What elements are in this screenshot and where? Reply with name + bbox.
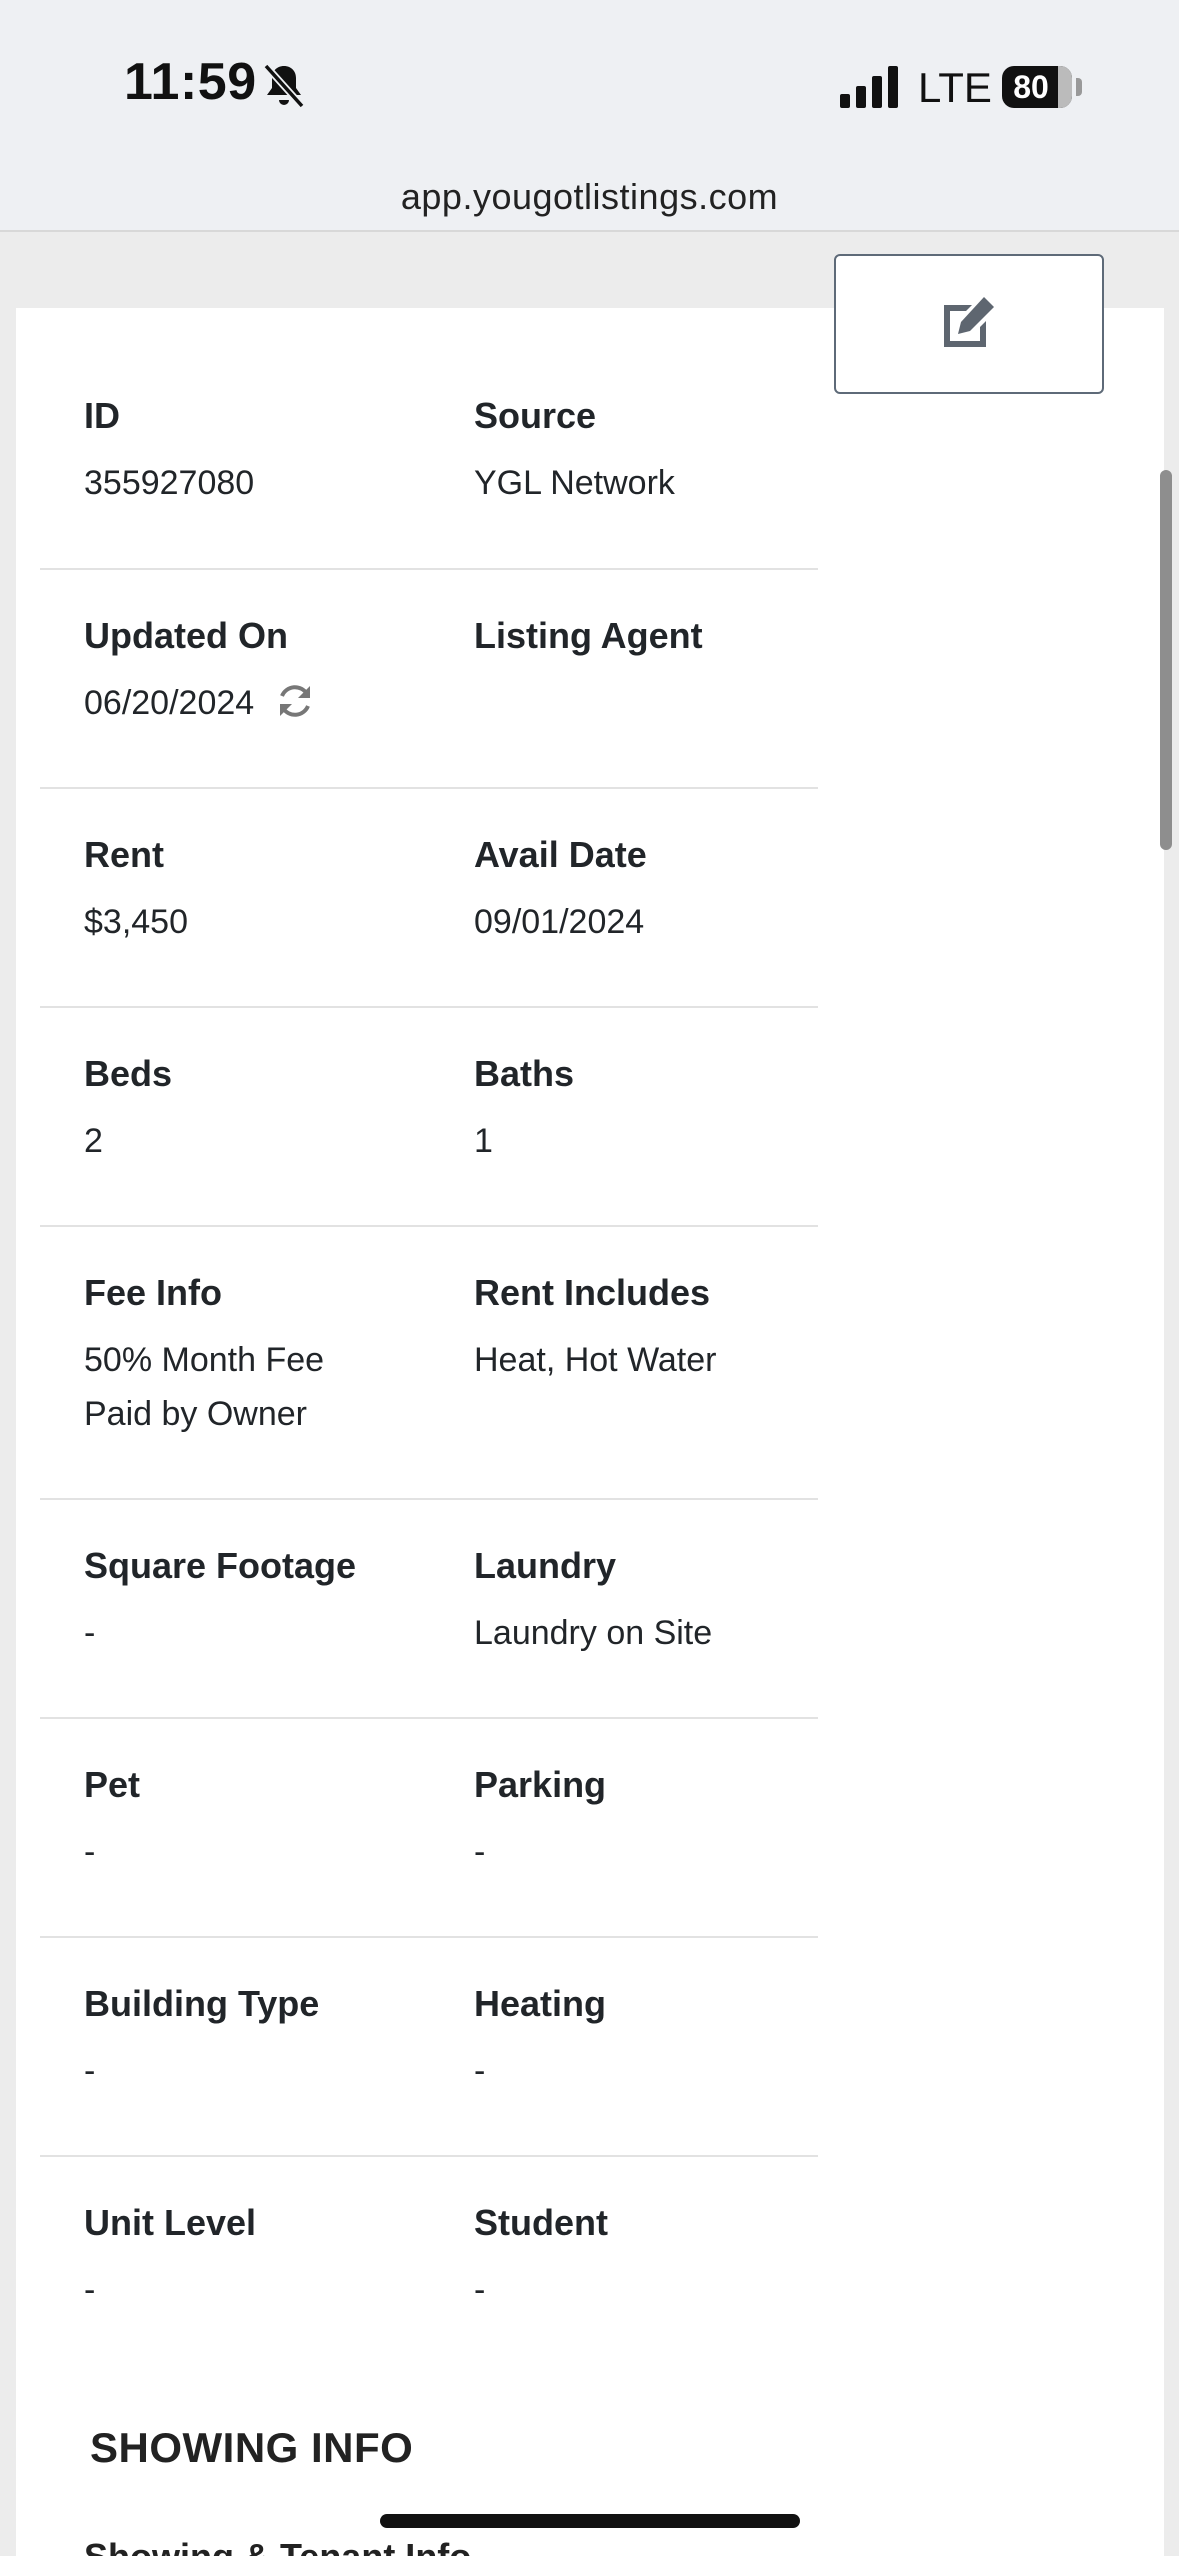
field-value: - xyxy=(474,2052,486,2090)
detail-row: Square Footage - Laundry Laundry on Site xyxy=(40,1500,818,1719)
detail-field: Fee Info 50% Month Fee Paid by Owner xyxy=(84,1271,384,1441)
details-grid: ID 355927080 Source YGL Network Updated … xyxy=(40,350,818,2376)
field-value: - xyxy=(84,1614,96,1652)
field-label: Square Footage xyxy=(84,1545,357,1586)
detail-field: Rent Includes Heat, Hot Water xyxy=(474,1271,814,1387)
field-value: Heat, Hot Water xyxy=(474,1341,717,1379)
field-label: Rent xyxy=(84,834,164,875)
field-label: Source xyxy=(474,395,597,436)
field-value: - xyxy=(84,2271,96,2309)
field-value: Laundry on Site xyxy=(474,1614,713,1652)
field-label: Heating xyxy=(474,1983,607,2024)
field-label: Unit Level xyxy=(84,2202,257,2243)
detail-field: Student - xyxy=(474,2201,814,2317)
field-value: - xyxy=(84,2052,96,2090)
battery-tip xyxy=(1076,78,1082,96)
detail-field: Square Footage - xyxy=(84,1544,414,1660)
detail-row: Fee Info 50% Month Fee Paid by Owner Ren… xyxy=(40,1227,818,1500)
field-label: Avail Date xyxy=(474,834,647,875)
field-label: Rent Includes xyxy=(474,1272,711,1313)
home-indicator[interactable] xyxy=(380,2514,800,2528)
section-heading-showing-info: SHOWING INFO xyxy=(90,2424,414,2471)
detail-row: ID 355927080 Source YGL Network xyxy=(40,350,818,570)
field-label: Fee Info xyxy=(84,1272,223,1313)
detail-row: Rent $3,450 Avail Date 09/01/2024 xyxy=(40,789,818,1008)
field-value: 1 xyxy=(474,1122,493,1160)
url-bar[interactable]: app.yougotlistings.com xyxy=(0,176,1179,218)
field-value: 50% Month Fee Paid by Owner xyxy=(84,1341,325,1433)
edit-icon xyxy=(944,297,994,347)
field-label: Baths xyxy=(474,1053,575,1094)
edit-button[interactable] xyxy=(834,254,1104,394)
field-value-with-refresh: 06/20/2024 xyxy=(84,676,414,730)
field-label: Laundry xyxy=(474,1545,617,1586)
battery-level: 80 xyxy=(1013,69,1049,105)
bell-slash-icon xyxy=(263,63,305,109)
detail-row: Pet - Parking - xyxy=(40,1719,818,1938)
detail-field: Parking - xyxy=(474,1763,814,1879)
detail-field: Updated On 06/20/2024 xyxy=(84,614,414,730)
field-value: 2 xyxy=(84,1122,103,1160)
section-subheading-partial: Showing & Tenant Info xyxy=(84,2536,471,2556)
detail-row: Beds 2 Baths 1 xyxy=(40,1008,818,1227)
detail-field: Beds 2 xyxy=(84,1052,414,1168)
detail-field: Rent $3,450 xyxy=(84,833,414,949)
field-value: 355927080 xyxy=(84,464,255,502)
field-value: - xyxy=(474,1833,486,1871)
field-label: Listing Agent xyxy=(474,615,703,656)
field-label: Parking xyxy=(474,1764,607,1805)
cellular-signal-icon xyxy=(840,66,898,108)
detail-field: Laundry Laundry on Site xyxy=(474,1544,814,1660)
detail-field: Pet - xyxy=(84,1763,414,1879)
detail-row: Updated On 06/20/2024 Listing Agent xyxy=(40,570,818,789)
field-label: Pet xyxy=(84,1764,141,1805)
detail-field: ID 355927080 xyxy=(84,394,414,510)
field-value: - xyxy=(474,2271,486,2309)
field-value: YGL Network xyxy=(474,464,675,502)
detail-field: Heating - xyxy=(474,1982,814,2098)
field-value: 06/20/2024 xyxy=(84,684,255,722)
battery-icon: 80 xyxy=(1002,66,1072,108)
detail-row: Building Type - Heating - xyxy=(40,1938,818,2157)
detail-field: Listing Agent xyxy=(474,614,814,676)
field-label: ID xyxy=(84,395,120,436)
clock: 11:59 xyxy=(124,53,257,111)
detail-field: Source YGL Network xyxy=(474,394,814,510)
field-value: 09/01/2024 xyxy=(474,903,645,941)
detail-field: Baths 1 xyxy=(474,1052,814,1168)
detail-row: Unit Level - Student - xyxy=(40,2157,818,2376)
refresh-icon[interactable] xyxy=(276,682,314,720)
field-value: - xyxy=(84,1833,96,1871)
status-bar: 11:59 LTE 80 app.yougotlistings.com xyxy=(0,0,1179,232)
field-label: Updated On xyxy=(84,615,288,656)
detail-field: Avail Date 09/01/2024 xyxy=(474,833,814,949)
scrollbar[interactable] xyxy=(1160,470,1172,850)
field-label: Beds xyxy=(84,1053,173,1094)
field-label: Student xyxy=(474,2202,608,2243)
field-label: Building Type xyxy=(84,1983,320,2024)
field-value: $3,450 xyxy=(84,903,188,941)
detail-field: Unit Level - xyxy=(84,2201,414,2317)
detail-field: Building Type - xyxy=(84,1982,414,2098)
network-type: LTE xyxy=(918,64,992,111)
